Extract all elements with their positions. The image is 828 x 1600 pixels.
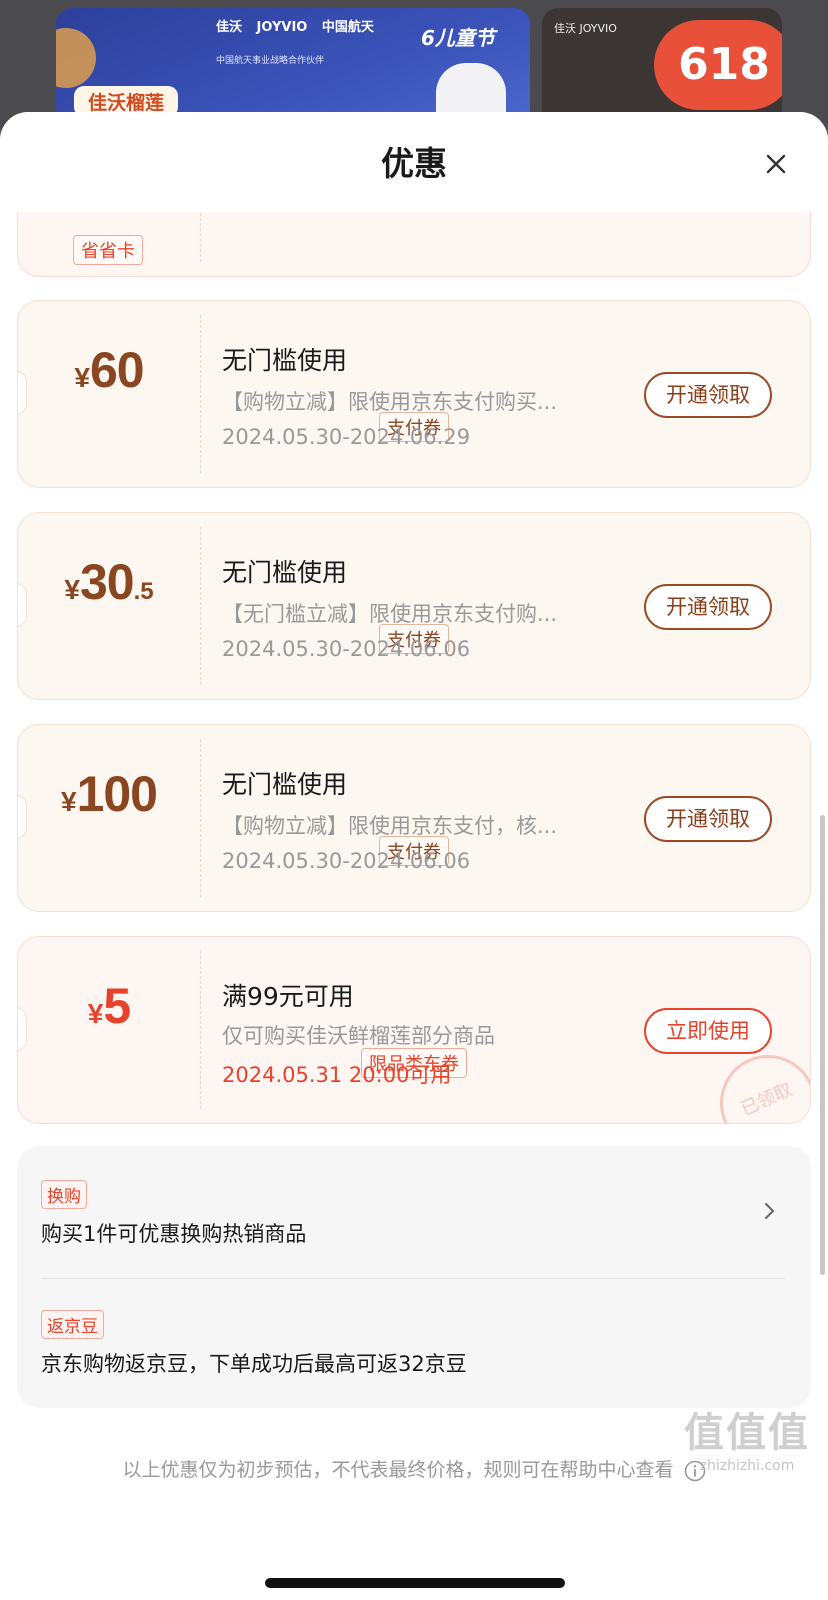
promo-text: 京东购物返京豆，下单成功后最高可返32京豆 <box>41 1352 467 1376</box>
activate-claim-button[interactable]: 开通领取 <box>644 584 772 630</box>
watermark: 值值值 zhizhizhi.com <box>684 1408 810 1474</box>
coupon-description: 【购物立减】限使用京东支付，核... <box>222 814 558 838</box>
scrollbar[interactable] <box>820 815 825 1275</box>
banner-partner: 中国航天 <box>321 20 374 35</box>
watermark-logo: 值值值 <box>684 1410 810 1456</box>
coupon-validity: 2024.05.30-2024.06.29 <box>222 425 471 449</box>
coupon-card-claimed: ¥5 限品类东券 满99元可用 仅可购买佳沃鲜榴莲部分商品 2024.05.31… <box>17 936 811 1124</box>
banner-logos: 佳沃 JOYVIO 中国航天 <box>216 16 384 35</box>
close-icon <box>766 154 786 174</box>
promotions-panel: 换购 购买1件可优惠换购热销商品 返京豆 京东购物返京豆，下单成功后最高可返32… <box>17 1146 811 1408</box>
sheet-title: 优惠 <box>381 144 447 183</box>
coupon-available-time: 2024.05.31 20:00可用 <box>222 1063 452 1087</box>
divider <box>41 1278 785 1279</box>
coupon-description: 【购物立减】限使用京东支付购买... <box>222 390 558 414</box>
coupon-tag: 省省卡 <box>73 235 143 265</box>
coupon-validity: 2024.05.30-2024.06.06 <box>222 849 471 873</box>
sheet-header: 优惠 <box>0 112 828 212</box>
activate-claim-button[interactable]: 开通领取 <box>644 372 772 418</box>
banner-festival: 6儿童节 <box>421 26 495 50</box>
disclaimer-text: 以上优惠仅为初步预估，不代表最终价格，规则可在帮助中心查看 <box>122 1459 674 1481</box>
coupon-amount: ¥5 <box>87 978 131 1034</box>
close-button[interactable] <box>758 146 794 182</box>
promo-tag: 返京豆 <box>41 1310 104 1339</box>
badge-618: 618 <box>654 20 782 110</box>
coupon-title: 满99元可用 <box>222 982 354 1011</box>
coupon-validity: 2024.05.30-2024.06.06 <box>222 637 471 661</box>
banner-right-brand: 佳沃 JOYVIO <box>554 22 617 35</box>
coupon-card: ¥30.5 支付券 无门槛使用 【无门槛立减】限使用京东支付购... 2024.… <box>17 512 811 700</box>
coupon-title: 无门槛使用 <box>222 770 348 799</box>
banner-brand: 佳沃 <box>216 20 243 35</box>
banner-subtitle: 中国航天事业战略合作伙伴 <box>216 56 325 66</box>
banner-brand-en: JOYVIO <box>256 20 308 35</box>
watermark-site: zhizhizhi.com <box>699 1458 795 1474</box>
planet-graphic <box>56 28 96 88</box>
coupon-amount: ¥60 <box>74 342 144 398</box>
coupon-card: ¥100 支付券 无门槛使用 【购物立减】限使用京东支付，核... 2024.0… <box>17 724 811 912</box>
discount-sheet: 优惠 省省卡 ¥60 支付券 无门槛使用 【购物立减】限使用京东支付购买... … <box>0 112 828 1600</box>
promo-tag: 换购 <box>41 1180 87 1209</box>
coupon-description: 仅可购买佳沃鲜榴莲部分商品 <box>222 1024 495 1048</box>
home-indicator[interactable] <box>265 1578 565 1588</box>
coupon-description: 【无门槛立减】限使用京东支付购... <box>222 602 558 626</box>
promo-text: 购买1件可优惠换购热销商品 <box>41 1222 307 1246</box>
coupon-title: 无门槛使用 <box>222 558 348 587</box>
coupon-amount: ¥100 <box>60 766 158 822</box>
coupon-amount: ¥30.5 <box>64 554 154 610</box>
activate-claim-button[interactable]: 开通领取 <box>644 796 772 842</box>
chevron-right-icon <box>765 1203 774 1219</box>
coupon-title: 无门槛使用 <box>222 346 348 375</box>
background-page: 佳沃 JOYVIO 中国航天 中国航天事业战略合作伙伴 6儿童节 佳沃榴莲 佳沃… <box>0 0 828 130</box>
coupon-card: ¥60 支付券 无门槛使用 【购物立减】限使用京东支付购买... 2024.05… <box>17 300 811 488</box>
use-now-button[interactable]: 立即使用 <box>644 1008 772 1054</box>
